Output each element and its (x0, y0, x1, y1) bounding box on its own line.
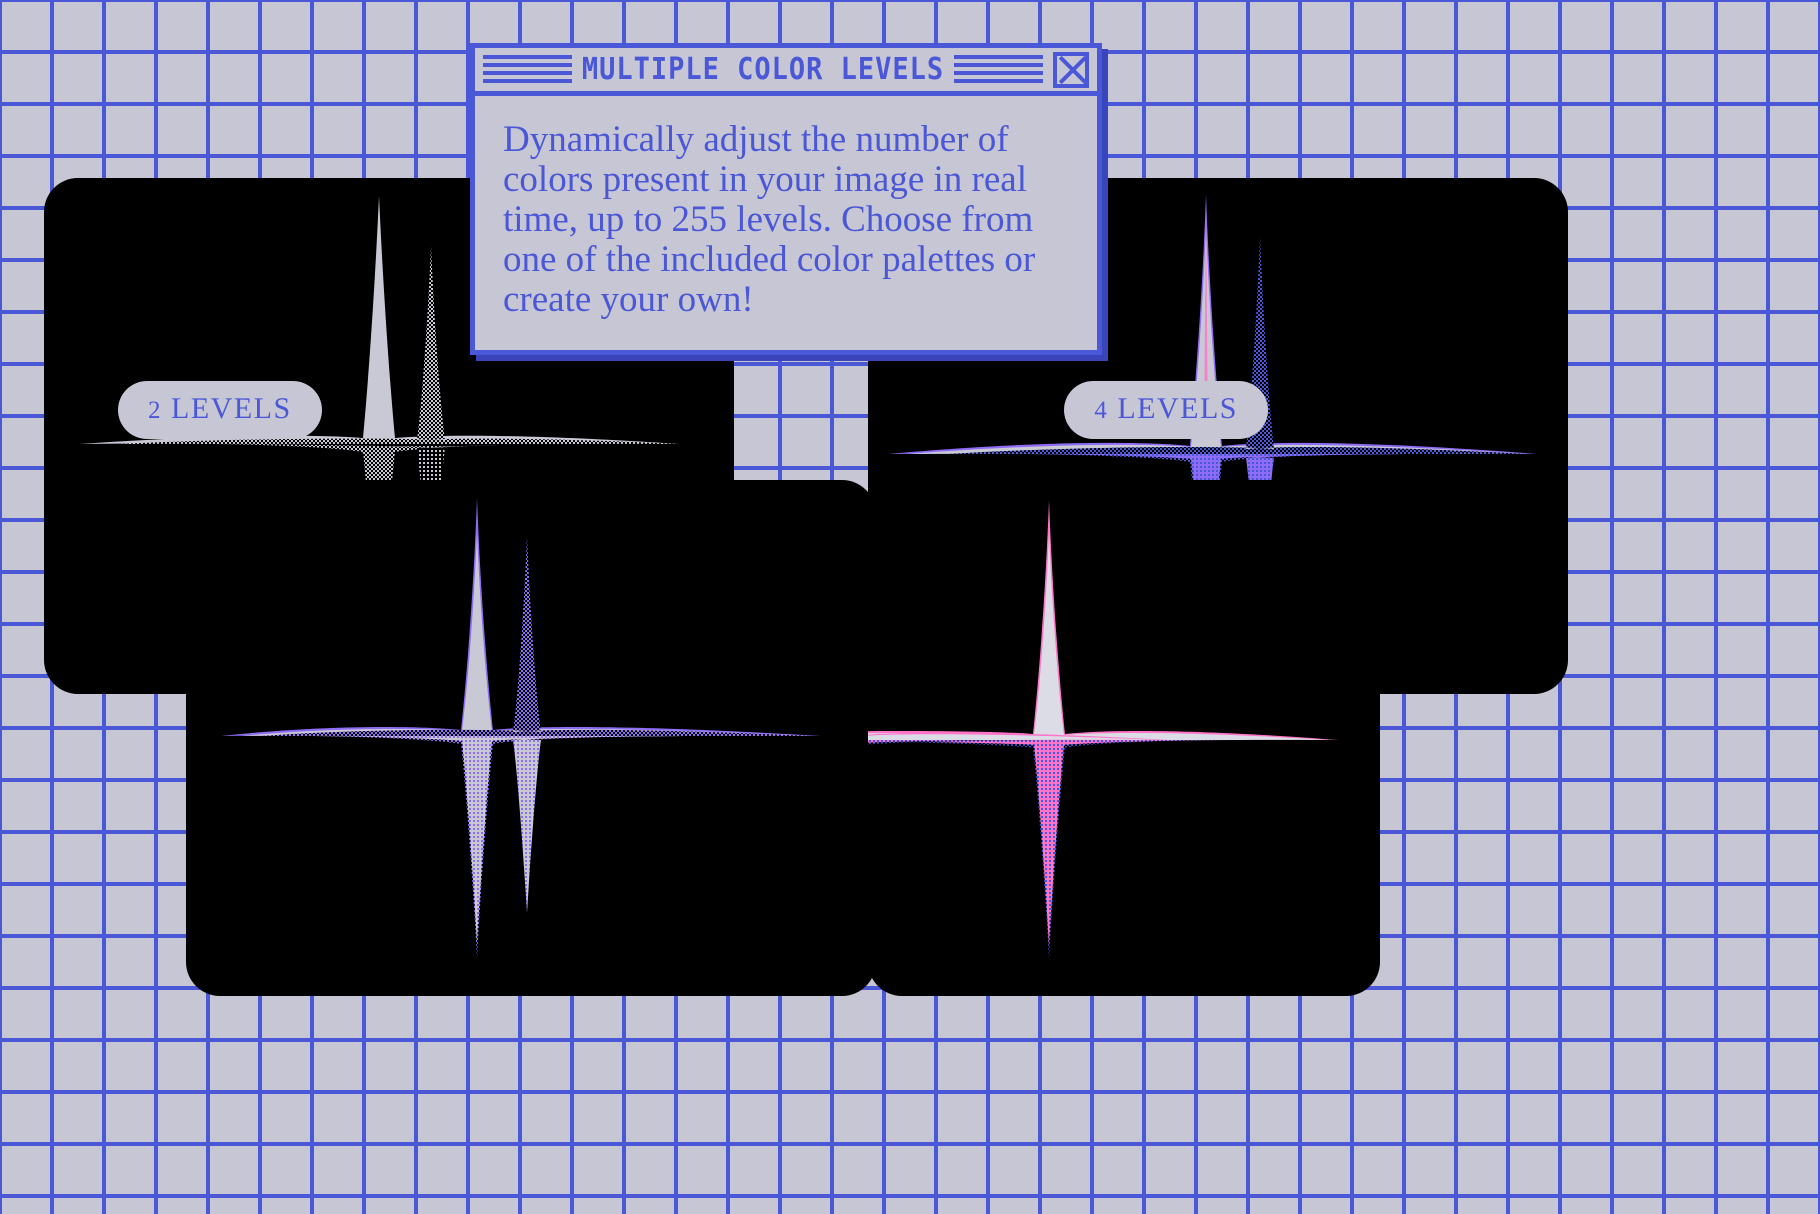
preview-panel-5-levels[interactable]: 5 LEVELS (868, 480, 1380, 996)
level-label-text: LEVELS (162, 392, 292, 425)
star-graphic-5-levels (868, 480, 1380, 996)
level-label-text: LEVELS (1108, 392, 1238, 425)
dialog-body-text: Dynamically adjust the number of colors … (503, 119, 1036, 320)
star-graphic-3-levels (186, 480, 876, 996)
close-x-icon[interactable] (1053, 51, 1089, 88)
level-label-4: 4 LEVELS (1064, 381, 1268, 439)
titlebar-stripes-right-icon (954, 54, 1043, 85)
level-number: 4 (1094, 397, 1109, 424)
preview-panel-3-levels[interactable]: 3 LEVELS (186, 480, 876, 996)
info-dialog: MULTIPLE COLOR LEVELS Dynamically adjust… (470, 43, 1102, 355)
app-canvas: 2 LEVELS 4 LEVELS MULTIPLE COLOR LEVELS … (0, 0, 1820, 1214)
titlebar-stripes-left-icon (483, 54, 572, 85)
level-label-2: 2 LEVELS (118, 381, 322, 439)
dialog-title: MULTIPLE COLOR LEVELS (581, 52, 945, 87)
level-number: 2 (148, 397, 162, 424)
dialog-body: Dynamically adjust the number of colors … (475, 96, 1097, 350)
dialog-titlebar[interactable]: MULTIPLE COLOR LEVELS (475, 48, 1097, 96)
